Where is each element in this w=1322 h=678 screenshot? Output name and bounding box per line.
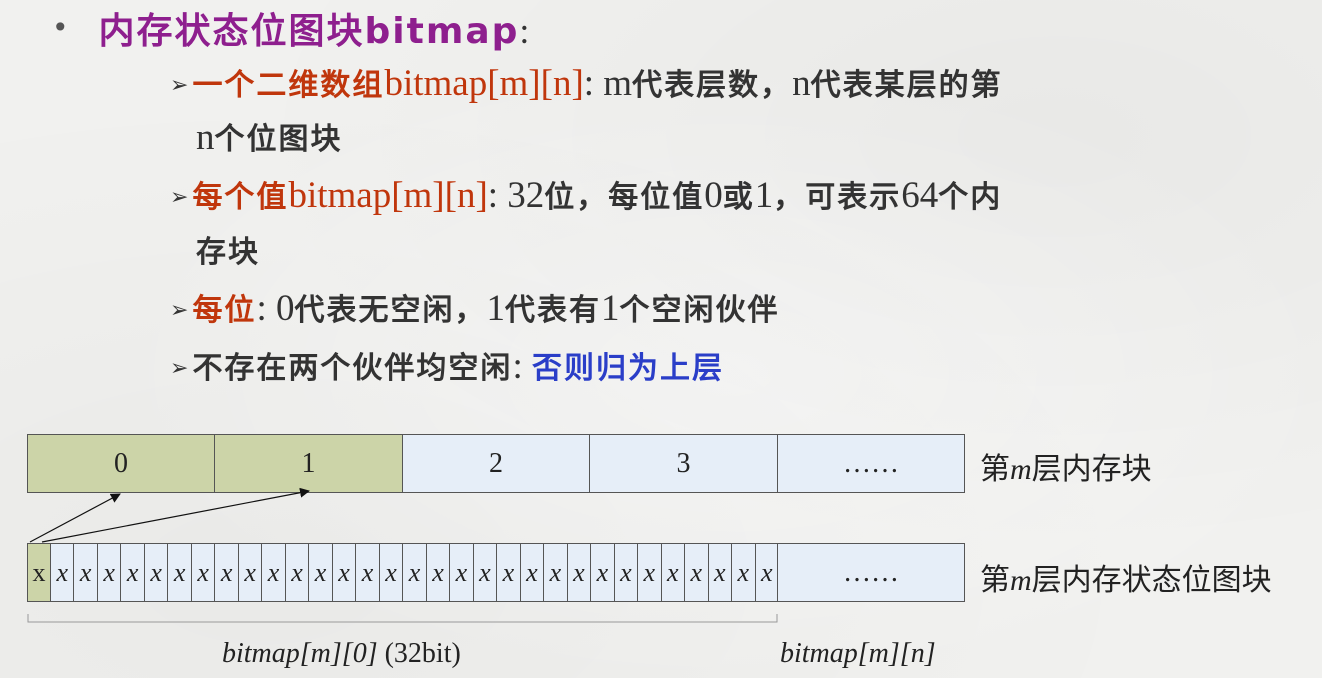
bitmap-0-size: (32bit) (377, 638, 461, 669)
bitmap-bracket (27, 614, 778, 623)
pointer-arrow-to-block-0 (29, 493, 121, 543)
arrows-layer (27, 487, 778, 623)
pointer-arrow-to-block-1 (41, 487, 310, 543)
bitmap-n-label: bitmap[m][n] (780, 638, 936, 670)
bitmap-diagram: 0 1 2 3 …… 第m层内存块 x xxxxxxxxxxxxxxxxxxxx… (0, 0, 1322, 678)
bitmap-0-label: bitmap[m][0] (32bit) (222, 638, 461, 670)
bitmap-0-name: bitmap[m][0] (222, 638, 378, 669)
bitmap-n-name: bitmap[m][n] (780, 638, 936, 669)
